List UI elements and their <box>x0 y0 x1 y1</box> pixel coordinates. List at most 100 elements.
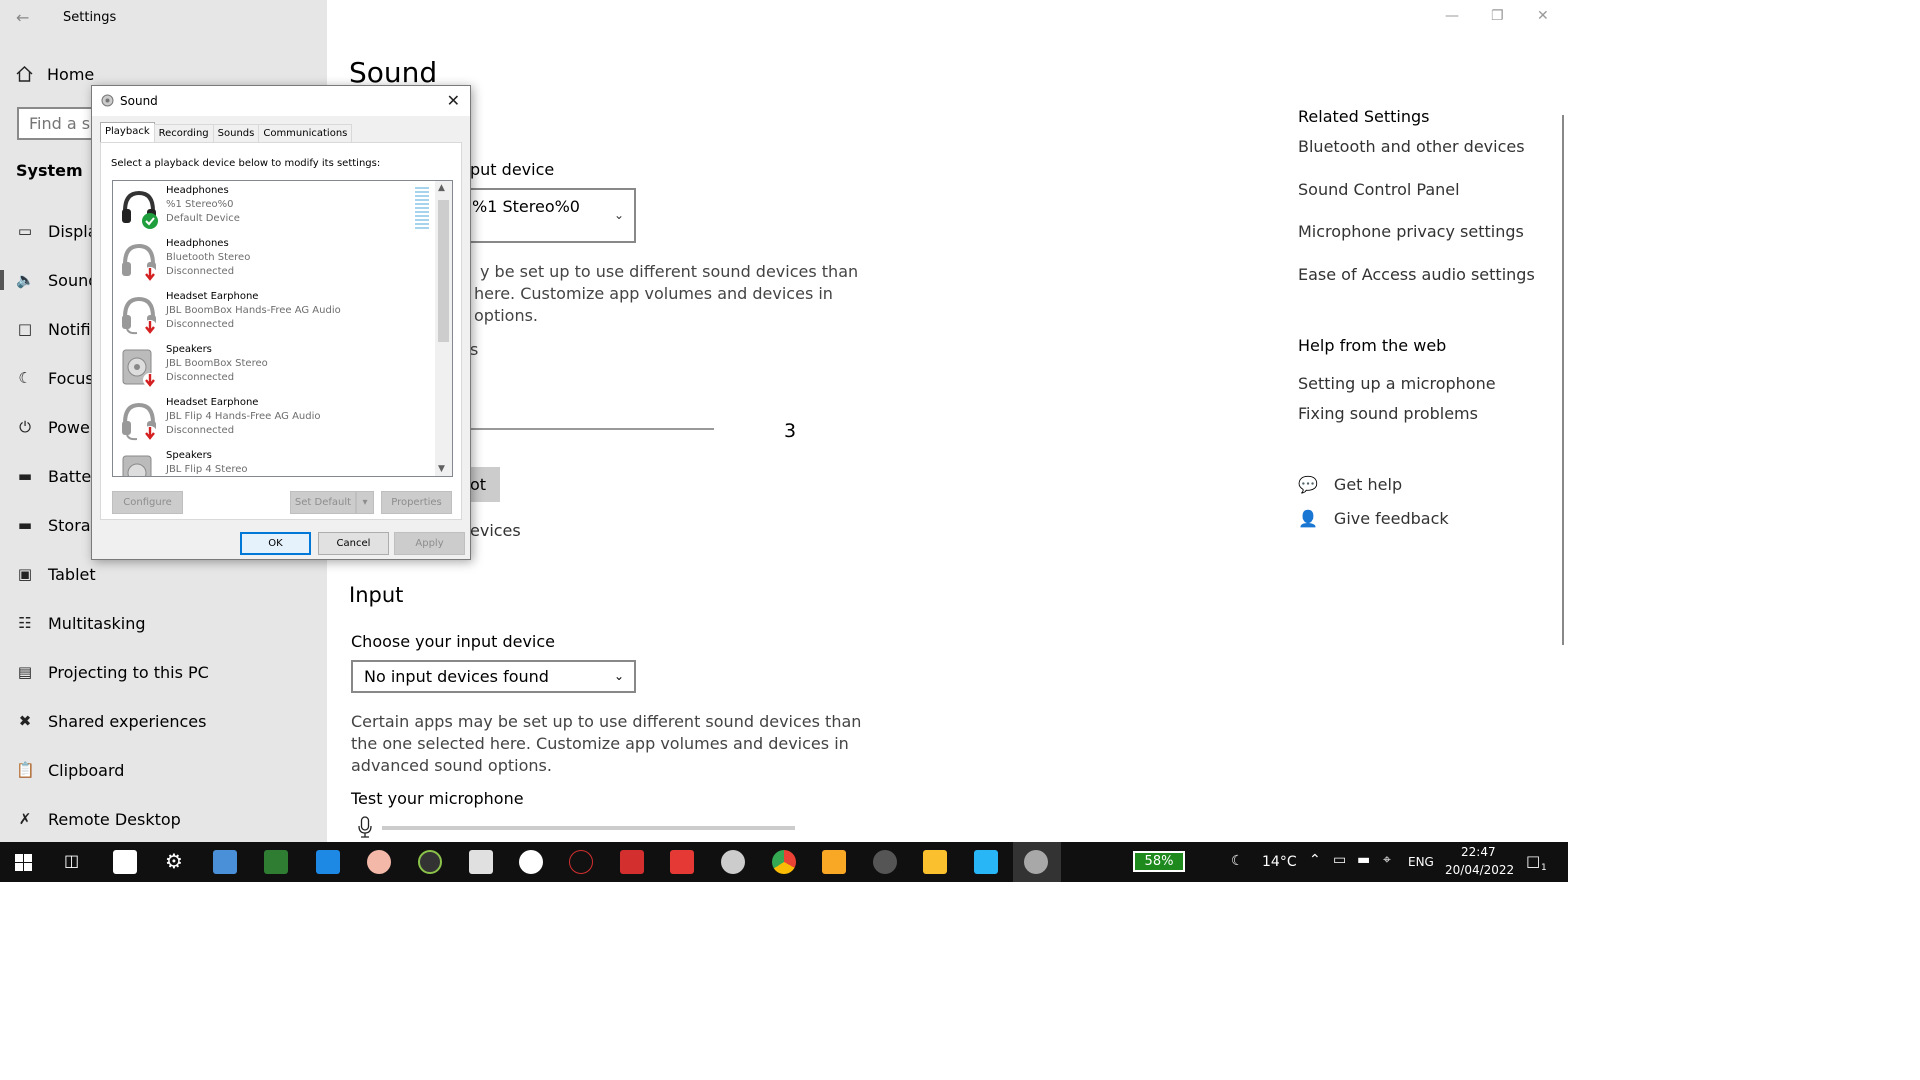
back-arrow-icon[interactable]: ← <box>16 8 29 27</box>
help-heading: Help from the web <box>1298 336 1447 355</box>
app-icon-music[interactable] <box>873 850 897 874</box>
clock-time[interactable]: 22:47 <box>1461 845 1496 859</box>
input-desc-line: the one selected here. Customize app vol… <box>351 734 849 753</box>
restore-icon[interactable]: ❐ <box>1491 8 1504 24</box>
input-device-value: No input devices found <box>364 667 549 686</box>
properties-button[interactable]: Properties <box>381 491 452 514</box>
fix-sound-link[interactable]: Fixing sound problems <box>1298 404 1478 423</box>
app-icon-disc[interactable] <box>418 850 442 874</box>
app-icon-rail[interactable] <box>620 850 644 874</box>
list-item[interactable]: Headset Earphone JBL BoomBox Hands-Free … <box>119 287 409 340</box>
sound-dialog-icon <box>101 94 114 107</box>
app-icon-grey[interactable] <box>721 850 745 874</box>
app-icon-green[interactable] <box>264 850 288 874</box>
language-indicator[interactable]: ENG <box>1408 855 1434 869</box>
nav-item-projecting[interactable]: ▤ Projecting to this PC <box>0 650 327 694</box>
minimize-icon[interactable]: — <box>1445 8 1459 24</box>
ok-button[interactable]: OK <box>240 532 311 555</box>
app-icon-doc[interactable] <box>469 850 493 874</box>
device-status: Disconnected <box>166 266 235 277</box>
app-icon-pink[interactable] <box>367 850 391 874</box>
app-icon-yellow[interactable] <box>822 850 846 874</box>
chevron-down-icon: ▾ <box>362 497 368 508</box>
list-scrollbar[interactable]: ▲ ▼ <box>435 181 452 476</box>
output-device-value: %1 Stereo%0 <box>472 197 580 216</box>
battery-tray-icon[interactable]: ▬ <box>1357 852 1370 868</box>
photos-icon[interactable] <box>974 850 998 874</box>
ease-of-access-audio-link[interactable]: Ease of Access audio settings <box>1298 265 1535 284</box>
main-scrollbar[interactable] <box>1562 115 1564 645</box>
temperature[interactable]: 14°C <box>1262 854 1297 870</box>
nav-item-label: Power <box>48 417 97 437</box>
chevron-down-icon: ⌄ <box>613 208 624 222</box>
input-desc-line: advanced sound options. <box>351 756 552 775</box>
manage-devices-link[interactable]: evices <box>470 520 521 542</box>
power-icon: ⏻ <box>19 418 31 436</box>
scroll-up-icon[interactable]: ▲ <box>438 183 445 193</box>
scroll-thumb[interactable] <box>438 200 449 342</box>
file-explorer-icon[interactable] <box>923 850 947 874</box>
chrome-icon[interactable] <box>772 850 796 874</box>
app-icon-aq[interactable] <box>569 850 593 874</box>
nav-item-clipboard[interactable]: 📋 Clipboard <box>0 748 327 792</box>
close-icon[interactable]: ✕ <box>447 91 460 110</box>
nav-item-remote-desktop[interactable]: ✗ Remote Desktop <box>0 797 327 841</box>
configure-button[interactable]: Configure <box>112 491 183 514</box>
list-item[interactable]: Speakers JBL BoomBox Stereo Disconnected <box>119 340 409 393</box>
list-item[interactable]: Headset Earphone JBL Flip 4 Hands-Free A… <box>119 393 409 446</box>
scroll-down-icon[interactable]: ▼ <box>438 464 445 474</box>
list-item[interactable]: Speakers JBL Flip 4 Stereo <box>119 446 409 476</box>
device-properties-link[interactable]: s <box>470 339 478 361</box>
app-icon-red[interactable] <box>670 850 694 874</box>
settings-gear-icon[interactable]: ⚙ <box>165 849 183 873</box>
chat-help-icon: 💬 <box>1298 475 1318 494</box>
nav-home[interactable]: Home <box>16 63 94 85</box>
wifi-icon[interactable]: ⌖ <box>1383 852 1391 868</box>
output-desc-line: here. Customize app volumes and devices … <box>474 284 833 303</box>
list-item[interactable]: Headphones Bluetooth Stereo Disconnected <box>119 234 409 287</box>
set-default-dropdown[interactable]: ▾ <box>356 491 374 514</box>
tab-communications[interactable]: Communications <box>258 124 353 143</box>
input-device-select[interactable]: No input devices found ⌄ <box>351 660 636 693</box>
chevron-up-icon[interactable]: ⌃ <box>1309 852 1321 868</box>
output-device-select[interactable]: %1 Stereo%0 ⌄ <box>462 188 636 243</box>
give-feedback-link[interactable]: 👤 Give feedback <box>1298 509 1449 528</box>
setup-mic-link[interactable]: Setting up a microphone <box>1298 374 1496 393</box>
clock-date[interactable]: 20/04/2022 <box>1445 863 1514 877</box>
media-player-icon[interactable] <box>213 850 237 874</box>
nav-item-shared[interactable]: ✖ Shared experiences <box>0 699 327 743</box>
nav-item-multitasking[interactable]: ☷ Multitasking <box>0 601 327 645</box>
projecting-icon: ▤ <box>17 663 33 681</box>
feedback-person-icon: 👤 <box>1298 509 1318 528</box>
device-name: Speakers <box>166 344 212 355</box>
input-device-label: Choose your input device <box>351 632 556 651</box>
close-icon[interactable]: ✕ <box>1537 8 1549 24</box>
app-icon-black[interactable] <box>113 850 137 874</box>
list-item[interactable]: Headphones %1 Stereo%0 Default Device <box>119 181 429 234</box>
set-default-button[interactable]: Set Default <box>290 491 356 514</box>
get-help-label: Get help <box>1333 475 1403 494</box>
task-view-icon[interactable]: ◫ <box>64 851 79 870</box>
tab-recording[interactable]: Recording <box>153 124 214 143</box>
mic-privacy-link[interactable]: Microphone privacy settings <box>1298 222 1524 241</box>
weather-moon-icon[interactable]: ☾ <box>1231 853 1244 869</box>
usb-icon[interactable]: ▭ <box>1333 852 1346 868</box>
device-desc: JBL Flip 4 Stereo <box>166 464 248 475</box>
app-icon-blue[interactable] <box>316 850 340 874</box>
sound-control-panel-link[interactable]: Sound Control Panel <box>1298 180 1460 199</box>
playback-panel: Select a playback device below to modify… <box>100 142 462 520</box>
bluetooth-link[interactable]: Bluetooth and other devices <box>1298 137 1525 156</box>
notification-center-icon[interactable]: □ <box>1526 852 1540 870</box>
get-help-link[interactable]: 💬 Get help <box>1298 475 1402 494</box>
master-volume-slider[interactable] <box>470 428 714 430</box>
tab-playback[interactable]: Playback <box>100 122 155 143</box>
apply-button[interactable]: Apply <box>394 532 465 555</box>
dialog-titlebar[interactable]: Sound ✕ <box>92 86 470 116</box>
tab-sounds[interactable]: Sounds <box>212 124 260 143</box>
itunes-icon[interactable] <box>519 850 543 874</box>
cancel-button[interactable]: Cancel <box>318 532 389 555</box>
windows-start-icon[interactable] <box>15 854 32 871</box>
device-list[interactable]: Headphones %1 Stereo%0 Default Device He… <box>112 180 453 477</box>
output-device-label: put device <box>470 160 555 179</box>
tablet-icon: ▣ <box>17 565 33 583</box>
